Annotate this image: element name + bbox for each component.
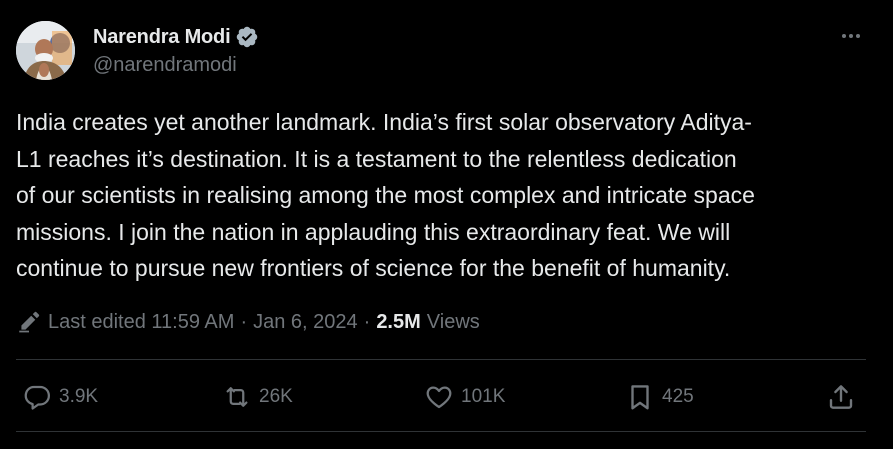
reply-bubble-icon (24, 385, 50, 410)
share-upload-icon (829, 385, 853, 409)
edited-timestamp-link[interactable]: Last edited 11:59 AM (48, 311, 234, 334)
meta-separator: · (240, 310, 248, 333)
tweet-card: Narendra Modi @narendramodi India create… (0, 0, 893, 449)
tweet-text-line: continue to pursue new frontiers of scie… (16, 255, 731, 281)
tweet-date[interactable]: Jan 6, 2024 (253, 311, 358, 334)
tweet-text-line: missions. I join the nation in applaudin… (16, 218, 731, 245)
bookmark-button[interactable]: 425 (625, 375, 694, 419)
author-name-row[interactable]: Narendra Modi (93, 24, 259, 50)
verified-badge-icon (237, 26, 258, 48)
bookmark-count: 425 (662, 386, 694, 407)
tweet-text: India creates yet another landmark. Indi… (16, 104, 878, 287)
views-label: Views (426, 310, 480, 333)
divider (16, 431, 866, 432)
pencil-icon[interactable] (16, 309, 42, 335)
reply-count: 3.9K (59, 386, 99, 407)
tweet-text-line: India creates yet another landmark. Indi… (16, 109, 752, 135)
tweet-action-bar: 3.9K 26K 101K 425 (0, 375, 893, 419)
reply-button[interactable]: 3.9K (22, 375, 98, 419)
tweet-text-line: of our scientists in realising among the… (16, 182, 755, 208)
avatar[interactable] (16, 21, 75, 80)
bookmark-icon (631, 385, 649, 410)
author-handle[interactable]: @narendramodi (93, 54, 237, 77)
avatar-image (16, 21, 75, 80)
like-button[interactable]: 101K (424, 375, 505, 419)
divider (16, 359, 866, 360)
meta-separator: · (363, 310, 371, 333)
views-count: 2.5M (376, 310, 421, 333)
author-display-name[interactable]: Narendra Modi (93, 26, 231, 49)
more-horizontal-icon (842, 34, 860, 38)
share-button[interactable] (826, 375, 856, 419)
tweet-meta: Last edited 11:59 AM · Jan 6, 2024 · 2.5… (16, 308, 480, 336)
heart-icon (426, 386, 452, 409)
retweet-count: 26K (259, 386, 293, 407)
more-options-button[interactable] (836, 24, 866, 48)
like-count: 101K (461, 386, 506, 407)
tweet-text-line: L1 reaches it’s destination. It is a tes… (16, 145, 737, 172)
retweet-button[interactable]: 26K (222, 375, 293, 419)
retweet-icon (226, 387, 248, 407)
